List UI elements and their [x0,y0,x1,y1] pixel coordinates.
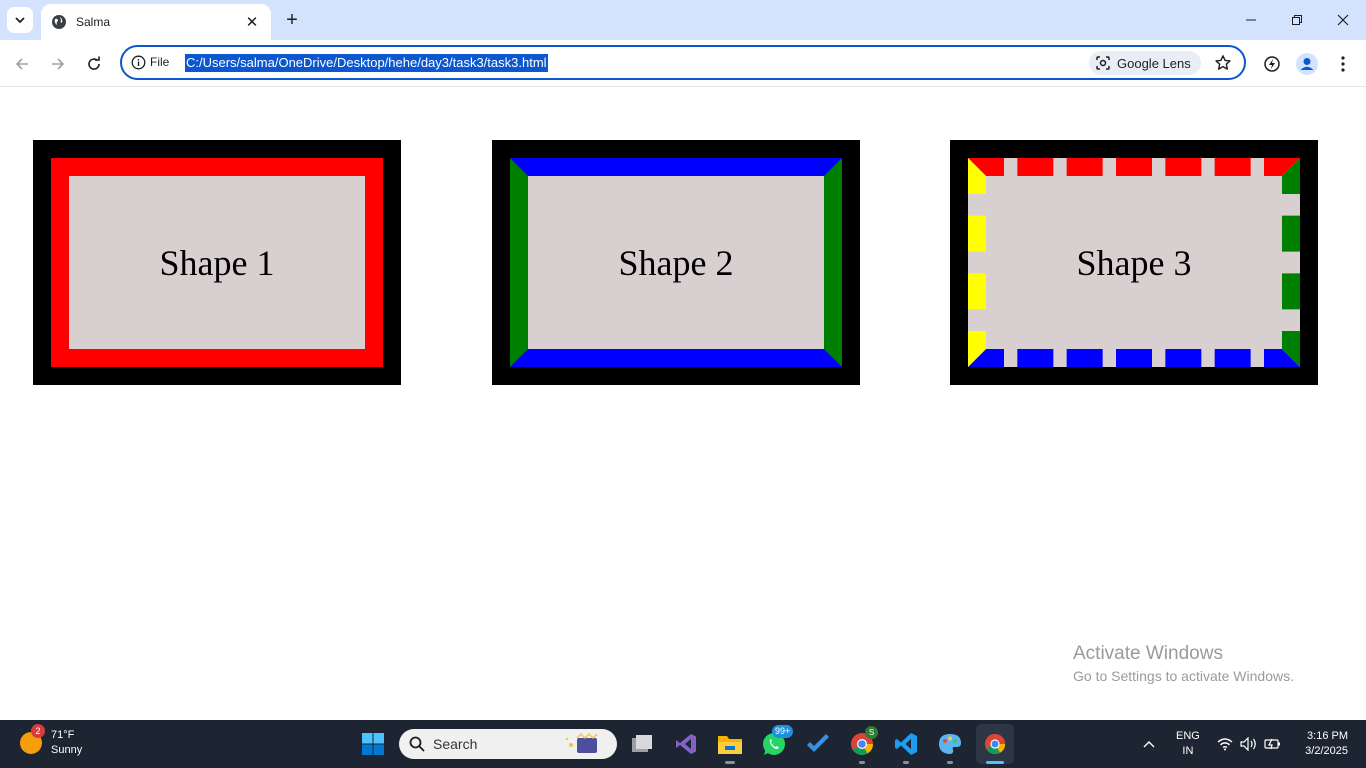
google-lens-button[interactable]: Google Lens [1089,51,1201,75]
taskbar: 2 71°F Sunny Search 99+ S ENG IN 3:16 PM… [0,720,1366,768]
url-scheme-label[interactable]: File [150,55,169,69]
weather-condition: Sunny [51,744,83,756]
system-clock[interactable]: 3:16 PM 3/2/2025 [1296,729,1348,759]
whatsapp-icon[interactable]: 99+ [758,725,794,760]
windows-start-icon[interactable] [357,728,389,760]
tab-strip: Salma ✕ + [0,0,1366,40]
shape-2-box: Shape 2 [492,140,860,385]
chrome-icon[interactable]: S [846,726,878,764]
profile-icon[interactable] [1295,52,1319,76]
minimize-icon[interactable] [1237,8,1265,32]
shape-1-label: Shape 1 [51,158,383,367]
chevron-up-icon[interactable] [1134,728,1164,760]
performance-icon[interactable] [1260,52,1284,76]
watermark-subtitle: Go to Settings to activate Windows. [1073,668,1294,684]
wifi-icon[interactable] [1214,728,1236,760]
star-icon[interactable] [1214,54,1232,72]
weather-temp: 71°F [51,729,75,741]
clock-date: 3/2/2025 [1305,745,1348,757]
lang-line-2: IN [1182,745,1194,757]
todo-icon[interactable] [802,728,834,760]
shape-2-label: Shape 2 [510,158,842,367]
volume-icon[interactable] [1238,728,1260,760]
vscode-icon[interactable] [890,728,922,764]
plus-icon[interactable]: + [282,9,302,31]
shape-3-box: Shape 3 [950,140,1318,385]
globe-icon [52,15,66,29]
task-view-icon[interactable] [626,728,658,760]
taskbar-search-placeholder: Search [433,736,478,752]
tab-search-icon[interactable] [7,7,33,33]
back-icon[interactable] [9,51,35,77]
watermark-title: Activate Windows [1073,643,1223,664]
clock-time: 3:16 PM [1307,730,1348,742]
paint-icon[interactable] [934,728,966,764]
taskbar-search-box[interactable]: Search [399,729,617,759]
browser-tab[interactable]: Salma ✕ [41,4,271,40]
weather-widget[interactable]: 2 71°F Sunny [20,724,83,758]
whatsapp-badge: 99+ [772,725,794,738]
window-close-icon[interactable] [1329,8,1357,32]
google-lens-label: Google Lens [1117,55,1191,71]
shape-3-label: Shape 3 [968,158,1300,367]
reload-icon[interactable] [81,51,107,77]
lang-line-1: ENG [1176,730,1200,742]
lens-icon [1096,56,1110,70]
activate-windows-watermark: Activate Windows Go to Settings to activ… [1073,643,1294,684]
language-indicator[interactable]: ENG IN [1176,729,1200,759]
close-icon[interactable]: ✕ [243,13,261,31]
menu-icon[interactable] [1331,52,1355,76]
info-icon[interactable] [131,55,146,70]
chrome-profile-badge: S [865,726,878,739]
forward-icon[interactable] [45,51,71,77]
search-highlight-icon [565,733,598,753]
restore-icon[interactable] [1283,8,1311,32]
search-icon [409,736,425,752]
chrome-active-icon[interactable] [976,724,1014,764]
file-explorer-icon[interactable] [714,728,746,764]
browser-toolbar: File C:/Users/salma/OneDrive/Desktop/heh… [0,40,1366,87]
battery-icon[interactable] [1262,728,1284,760]
url-text[interactable]: C:/Users/salma/OneDrive/Desktop/hehe/day… [185,54,548,72]
address-bar[interactable]: File C:/Users/salma/OneDrive/Desktop/heh… [120,45,1246,80]
tab-title: Salma [76,15,111,29]
visual-studio-icon[interactable] [670,728,702,760]
shape-1-box: Shape 1 [33,140,401,385]
weather-badge: 2 [31,724,45,738]
weather-sun-icon: 2 [20,724,45,754]
